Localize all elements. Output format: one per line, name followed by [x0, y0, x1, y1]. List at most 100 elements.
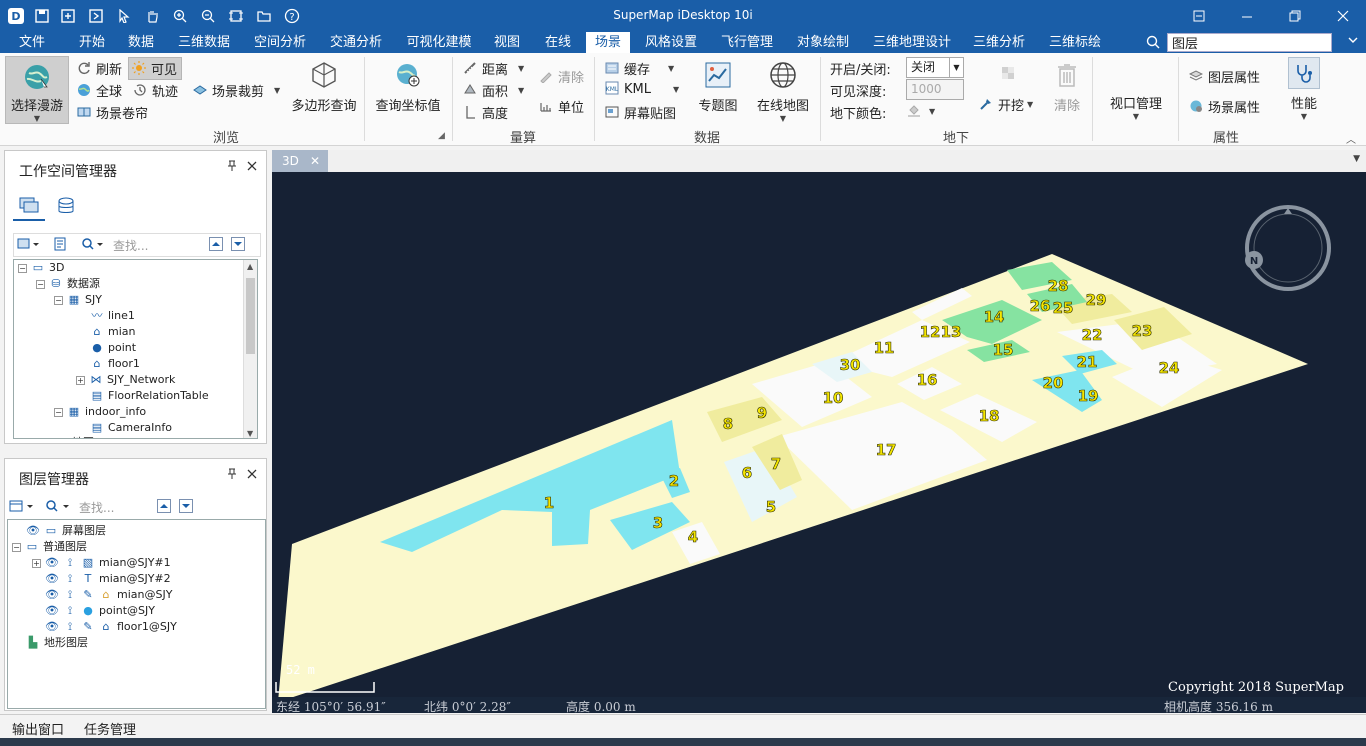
pointer-icon[interactable]: [114, 6, 134, 26]
underground-onoff-select[interactable]: 关闭 ▼: [906, 57, 964, 78]
scene-clip-button[interactable]: 场景裁剪 ▼: [192, 81, 280, 100]
globe-button[interactable]: 全球: [76, 81, 122, 100]
function-search-input[interactable]: [1168, 34, 1331, 51]
query-coordinate-button[interactable]: 查询坐标值: [372, 59, 444, 114]
tree-node-sjy[interactable]: − ▦ SJY: [54, 292, 102, 308]
scene-properties-button[interactable]: 场景属性: [1188, 97, 1260, 116]
layer-search-input[interactable]: 查找...: [79, 499, 114, 516]
search-prev-icon[interactable]: [157, 499, 171, 513]
chevron-down-icon[interactable]: ▼: [949, 58, 963, 77]
workspace-tab[interactable]: [13, 191, 45, 221]
distance-measure-button[interactable]: 距离 ▼: [462, 59, 524, 78]
menu-flight-management[interactable]: 飞行管理: [714, 32, 780, 53]
polygon-query-button[interactable]: 多边形查询: [288, 59, 360, 114]
tab-list-icon[interactable]: ▼: [1353, 154, 1360, 164]
menu-object-drawing[interactable]: 对象绘制: [790, 32, 856, 53]
search-next-icon[interactable]: [179, 499, 193, 513]
database-tab[interactable]: [51, 191, 81, 221]
close-icon[interactable]: [1329, 5, 1357, 27]
app-logo-icon[interactable]: D: [6, 6, 26, 26]
function-search-field[interactable]: [1167, 33, 1332, 52]
pin-icon[interactable]: [227, 468, 237, 483]
menu-spatial-analysis[interactable]: 空间分析: [246, 32, 314, 53]
add-layer-button[interactable]: [9, 499, 35, 513]
compass-control[interactable]: N: [1245, 205, 1331, 291]
maximize-icon[interactable]: [1281, 5, 1309, 27]
scene-roller-button[interactable]: 场景卷帘: [76, 103, 148, 122]
layer-node-terrain[interactable]: ▙ 地形图层: [26, 635, 88, 651]
menu-view[interactable]: 视图: [486, 32, 528, 53]
layer-node-mian-sjy[interactable]: 👁 ⟟ ✎ ⌂ mian@SJY: [45, 587, 172, 603]
menu-visual-modeling[interactable]: 可视化建模: [398, 32, 480, 53]
layer-node-normal[interactable]: − ▭ 普通图层: [12, 539, 87, 555]
menu-3d-plotting[interactable]: 三维标绘: [1042, 32, 1108, 53]
thematic-map-button[interactable]: 专题图: [694, 59, 742, 114]
scene-canvas[interactable]: 1 2 3 4 5 6 7 8 9 10 11 12 13 14 15 16 1…: [272, 172, 1366, 712]
open-folder-icon[interactable]: [254, 6, 274, 26]
clear-measure-button[interactable]: 清除: [538, 67, 584, 86]
tree-node-floor-relation-table[interactable]: ▤ FloorRelationTable: [90, 388, 209, 404]
select-roam-button[interactable]: 选择漫游 ▼: [5, 56, 69, 124]
clear-underground-button[interactable]: 清除: [1050, 59, 1084, 114]
restore-ribbon-icon[interactable]: [1185, 5, 1213, 27]
scroll-up-icon[interactable]: ▲: [247, 262, 253, 271]
new-window-icon[interactable]: [58, 6, 78, 26]
close-panel-icon[interactable]: [247, 160, 257, 174]
tree-node-floor1[interactable]: ⌂ floor1: [90, 356, 140, 372]
menu-scene[interactable]: 场景: [586, 32, 630, 53]
search-prev-icon[interactable]: [209, 237, 223, 251]
workspace-props-button[interactable]: [53, 237, 67, 251]
visible-toggle-button[interactable]: 可见: [128, 57, 183, 80]
scrollbar-thumb[interactable]: [246, 278, 255, 354]
menu-data[interactable]: 数据: [116, 32, 166, 53]
chevron-up-icon[interactable]: ︿: [1346, 131, 1356, 146]
dialog-launcher-icon[interactable]: ◢: [438, 131, 445, 141]
scroll-down-icon[interactable]: ▼: [247, 429, 253, 438]
menu-start[interactable]: 开始: [66, 32, 118, 53]
minimize-icon[interactable]: [1233, 5, 1261, 27]
refresh-button[interactable]: 刷新: [76, 59, 122, 78]
window-icon[interactable]: [86, 6, 106, 26]
layer-find-button[interactable]: [45, 499, 71, 513]
performance-button[interactable]: 性能 ▼: [1284, 57, 1324, 121]
menu-3d-data[interactable]: 三维数据: [170, 32, 238, 53]
layer-node-mian-sjy-1[interactable]: + 👁 ⟟ ▧ mian@SJY#1: [32, 555, 171, 571]
close-panel-icon[interactable]: [247, 468, 257, 482]
area-measure-button[interactable]: 面积 ▼: [462, 81, 524, 100]
visible-depth-input[interactable]: 1000: [906, 79, 964, 100]
help-icon[interactable]: ?: [282, 6, 302, 26]
viewport-management-button[interactable]: 视口管理 ▼: [1100, 93, 1172, 121]
layer-node-screen[interactable]: 👁 ▭ 屏幕图层: [26, 523, 106, 539]
screen-overlay-button[interactable]: 屏幕贴图: [604, 103, 676, 122]
kml-button[interactable]: KML KML ▼: [604, 81, 679, 97]
close-tab-icon[interactable]: ✕: [310, 150, 320, 172]
pan-icon[interactable]: [142, 6, 162, 26]
workspace-find-button[interactable]: [81, 237, 103, 251]
underground-color-picker[interactable]: ▼: [906, 103, 935, 119]
tree-node-3d[interactable]: − ▭ 3D: [18, 260, 64, 276]
pin-icon[interactable]: [227, 160, 237, 175]
workspace-search-input[interactable]: 查找...: [113, 237, 148, 254]
height-measure-button[interactable]: 高度: [462, 103, 508, 122]
scene-view[interactable]: 1 2 3 4 5 6 7 8 9 10 11 12 13 14 15 16 1…: [272, 172, 1366, 712]
tree-node-datasources[interactable]: − ⛁ 数据源: [36, 276, 100, 292]
layer-properties-button[interactable]: 图层属性: [1188, 67, 1260, 86]
menu-traffic-analysis[interactable]: 交通分析: [322, 32, 390, 53]
zoom-in-icon[interactable]: [170, 6, 190, 26]
save-icon[interactable]: [32, 6, 52, 26]
search-next-icon[interactable]: [231, 237, 245, 251]
zoom-out-icon[interactable]: [198, 6, 218, 26]
tree-node-mian[interactable]: ⌂ mian: [90, 324, 136, 340]
layer-node-floor1-sjy[interactable]: 👁 ⟟ ✎ ⌂ floor1@SJY: [45, 619, 177, 635]
tree-node-point[interactable]: ● point: [90, 340, 136, 356]
layer-node-mian-sjy-2[interactable]: 👁 ⟟ Tmian@SJY#2: [45, 571, 171, 587]
unit-button[interactable]: 单位: [538, 97, 584, 116]
track-button[interactable]: 轨迹: [132, 81, 178, 100]
menu-3d-analysis[interactable]: 三维分析: [966, 32, 1032, 53]
tree-node-indoor-info[interactable]: − ▦ indoor_info: [54, 404, 146, 420]
tree-scrollbar[interactable]: ▲ ▼: [243, 260, 257, 438]
tab-3d-scene[interactable]: 3D ✕: [272, 150, 328, 172]
ribbon-collapse-icon[interactable]: [1343, 34, 1363, 52]
layer-node-point-sjy[interactable]: 👁 ⟟ ● point@SJY: [45, 603, 155, 619]
tree-node-sjy-network[interactable]: + ⋈ SJY_Network: [76, 372, 175, 388]
